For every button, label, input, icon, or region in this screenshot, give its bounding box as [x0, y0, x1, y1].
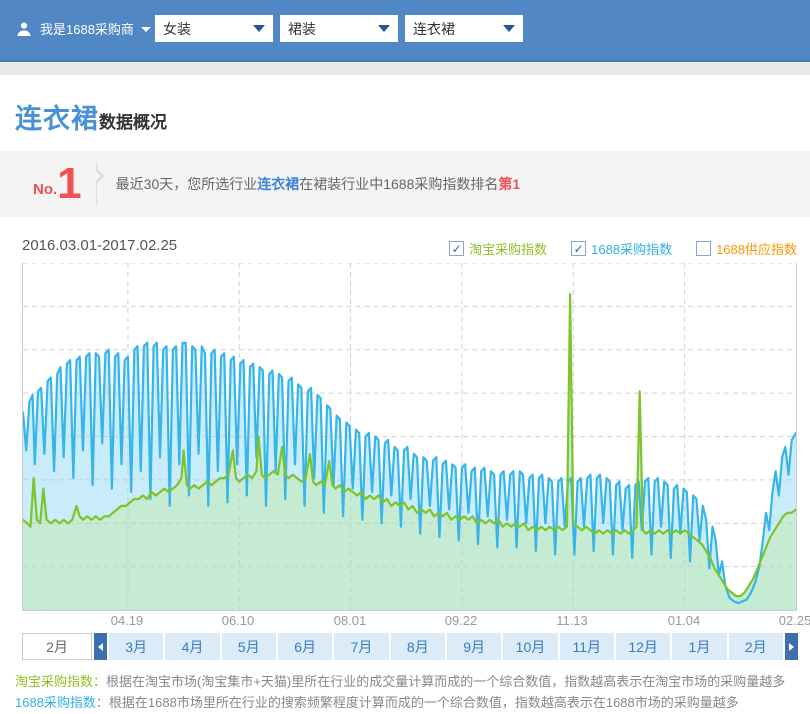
footnote-1688: 1688采购指数：根据在1688市场里所在行业的搜索频繁程度计算而成的一个综合数… — [15, 692, 810, 713]
triangle-right-icon — [789, 643, 794, 651]
chart-header: 2016.03.01-2017.02.25 ✓ 淘宝采购指数 ✓ 1688采购指… — [22, 237, 797, 259]
user-menu-label: 我是1688采购商 — [40, 19, 134, 38]
checkbox-taobao-index[interactable]: ✓ — [449, 241, 464, 256]
month-scroll-right-button[interactable] — [785, 633, 798, 660]
check-icon: ✓ — [452, 243, 462, 255]
x-tick-label: 06.10 — [214, 613, 262, 628]
rank-description: 最近30天，您所选行业连衣裙在裙装行业中1688采购指数排名第1 — [116, 174, 521, 194]
legend-label: 1688供应指数 — [716, 239, 797, 258]
header-divider-strip — [0, 62, 810, 75]
x-tick-label: 02.25 — [771, 613, 810, 628]
banner-divider — [96, 163, 97, 205]
chevron-down-icon — [141, 27, 151, 32]
page-title: 连衣裙 数据概况 — [15, 97, 810, 136]
rank-number: 1 — [57, 166, 81, 202]
chart-date-range: 2016.03.01-2017.02.25 — [22, 237, 177, 254]
category-select-2-value: 裙装 — [288, 19, 316, 39]
category-select-3-value: 连衣裙 — [413, 19, 455, 39]
current-month-cell[interactable]: 2月 — [22, 633, 92, 660]
x-tick-label: 04.19 — [103, 613, 151, 628]
chevron-down-icon — [253, 25, 265, 32]
legend-item-taobao: ✓ 淘宝采购指数 — [449, 239, 547, 258]
legend-item-1688-supply: 1688供应指数 — [696, 239, 797, 258]
rank-prefix: No. — [33, 181, 57, 198]
index-trend-chart — [22, 263, 797, 611]
category-select-2[interactable]: 裙装 — [280, 15, 398, 42]
x-axis-labels: 04.1906.1008.0109.2211.1301.0402.25 — [22, 613, 797, 629]
page-title-suffix: 数据概况 — [99, 108, 167, 133]
month-scroll-left-button[interactable] — [94, 633, 107, 660]
month-cell-4[interactable]: 4月 — [165, 633, 219, 660]
footnote-1688-label: 1688采购指数： — [15, 695, 109, 710]
top-header-bar: 我是1688采购商 女装 裙装 连衣裙 — [0, 0, 810, 62]
month-cell-9[interactable]: 9月 — [447, 633, 501, 660]
rank-number-block: No. 1 — [33, 166, 82, 202]
month-cell-8[interactable]: 8月 — [391, 633, 445, 660]
x-tick-label: 11.13 — [548, 613, 596, 628]
footnote-taobao: 淘宝采购指数：根据在淘宝市场(淘宝集市+天猫)里所在行业的成交量计算而成的一个综… — [15, 671, 810, 692]
category-select-1-value: 女装 — [163, 19, 191, 39]
legend-label: 1688采购指数 — [591, 239, 672, 258]
month-cell-3[interactable]: 3月 — [109, 633, 163, 660]
rank-banner: No. 1 最近30天，您所选行业连衣裙在裙装行业中1688采购指数排名第1 — [0, 151, 810, 217]
month-cell-5[interactable]: 5月 — [222, 633, 276, 660]
rank-text-middle: 在裙装行业中1688采购指数排名 — [299, 176, 498, 192]
legend-item-1688-purchase: ✓ 1688采购指数 — [571, 239, 672, 258]
month-cell-1[interactable]: 1月 — [672, 633, 726, 660]
triangle-left-icon — [98, 643, 103, 651]
index-footnotes: 淘宝采购指数：根据在淘宝市场(淘宝集市+天猫)里所在行业的成交量计算而成的一个综… — [15, 671, 810, 714]
legend-label: 淘宝采购指数 — [469, 239, 547, 258]
footnote-1688-text: 根据在1688市场里所在行业的搜索频繁程度计算而成的一个综合数值，指数越高表示在… — [109, 695, 739, 710]
category-select-1[interactable]: 女装 — [155, 15, 273, 42]
month-cell-12[interactable]: 12月 — [616, 633, 670, 660]
month-selector-bar: 2月 3月 4月 5月 6月 7月 8月 9月 10月 11月 12月 1月 2… — [22, 633, 798, 660]
chevron-down-icon — [503, 25, 515, 32]
page-title-keyword: 连衣裙 — [15, 97, 99, 136]
chart-svg — [23, 263, 796, 610]
footnote-taobao-label: 淘宝采购指数： — [15, 674, 106, 689]
footnote-taobao-text: 根据在淘宝市场(淘宝集市+天猫)里所在行业的成交量计算而成的一个综合数值，指数越… — [106, 674, 785, 689]
chevron-down-icon — [378, 25, 390, 32]
user-menu[interactable]: 我是1688采购商 — [16, 19, 151, 38]
month-cell-6[interactable]: 6月 — [278, 633, 332, 660]
x-tick-label: 09.22 — [437, 613, 485, 628]
rank-text-before: 最近30天，您所选行业 — [116, 176, 258, 192]
checkbox-1688-supply-index[interactable] — [696, 241, 711, 256]
user-icon — [16, 21, 32, 37]
chevron-right-icon — [90, 169, 104, 183]
check-icon: ✓ — [574, 243, 584, 255]
checkbox-1688-purchase-index[interactable]: ✓ — [571, 241, 586, 256]
category-select-3[interactable]: 连衣裙 — [405, 15, 523, 42]
chart-legend: ✓ 淘宝采购指数 ✓ 1688采购指数 1688供应指数 — [449, 239, 797, 258]
month-cell-2[interactable]: 2月 — [729, 633, 783, 660]
month-cell-11[interactable]: 11月 — [560, 633, 614, 660]
rank-text-rank: 第1 — [498, 176, 520, 192]
x-tick-label: 08.01 — [326, 613, 374, 628]
month-cell-10[interactable]: 10月 — [503, 633, 557, 660]
rank-text-keyword: 连衣裙 — [257, 176, 299, 192]
x-tick-label: 01.04 — [660, 613, 708, 628]
month-cell-7[interactable]: 7月 — [334, 633, 388, 660]
